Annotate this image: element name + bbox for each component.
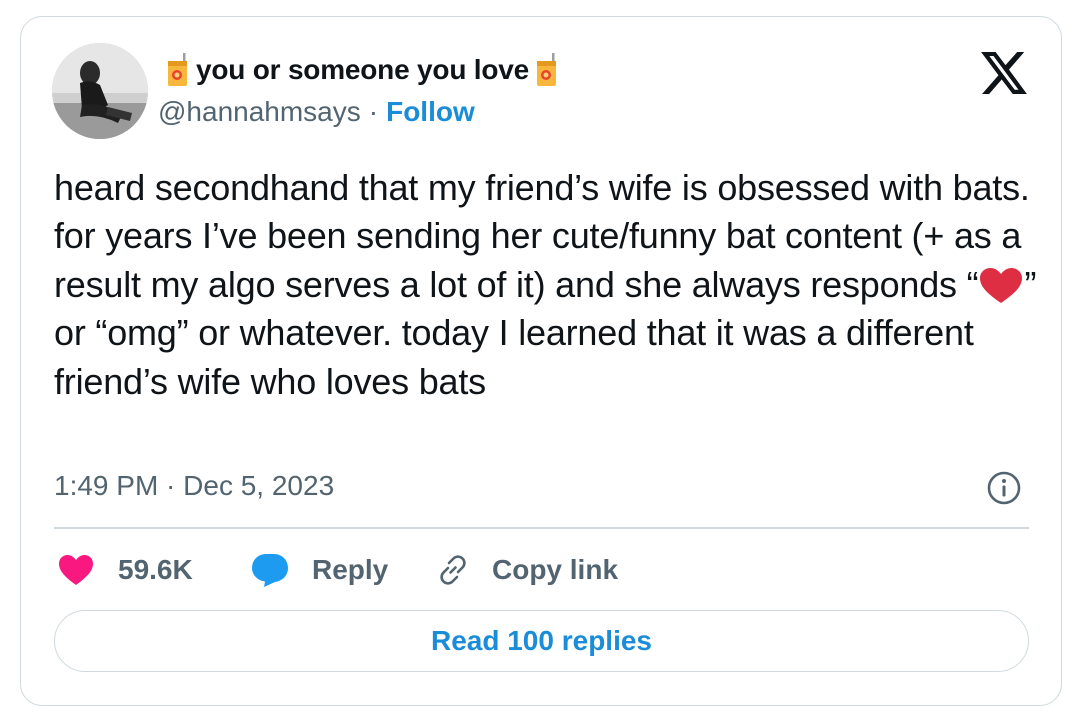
display-name[interactable]: you or someone you love	[196, 54, 529, 86]
avatar-photo	[52, 43, 148, 139]
user-handle[interactable]: @hannahmsays	[158, 96, 361, 128]
reply-button[interactable]: Reply	[250, 548, 388, 592]
reply-bubble-icon	[252, 554, 288, 587]
heart-icon	[59, 555, 93, 585]
copy-link-button[interactable]: Copy link	[436, 548, 618, 592]
like-button[interactable]: 59.6K	[58, 548, 193, 592]
like-count: 59.6K	[118, 554, 193, 585]
tweet-text-part-1: heard secondhand that my friend’s wife i…	[54, 167, 1030, 305]
reply-label: Reply	[312, 554, 389, 585]
red-heart-icon	[980, 267, 1023, 303]
juice-box-icon	[168, 53, 187, 86]
link-icon	[440, 555, 466, 585]
follow-button[interactable]: Follow	[386, 96, 475, 128]
copy-link-label: Copy link	[492, 554, 619, 585]
separator-dot: ·	[368, 96, 379, 127]
x-logo-icon[interactable]	[980, 52, 1028, 94]
juice-box-icon	[537, 53, 557, 86]
read-replies-label: Read 100 replies	[430, 625, 653, 656]
avatar[interactable]	[52, 43, 148, 139]
handle-row: @hannahmsays · Follow	[158, 94, 475, 130]
divider	[54, 527, 1029, 529]
read-replies-button[interactable]: Read 100 replies	[54, 610, 1029, 672]
display-name-row[interactable]: you or someone you love	[166, 52, 559, 88]
tweet-timestamp[interactable]: 1:49 PM · Dec 5, 2023	[54, 470, 334, 502]
tweet-text: heard secondhand that my friend’s wife i…	[54, 164, 1044, 406]
info-icon[interactable]	[986, 470, 1022, 506]
